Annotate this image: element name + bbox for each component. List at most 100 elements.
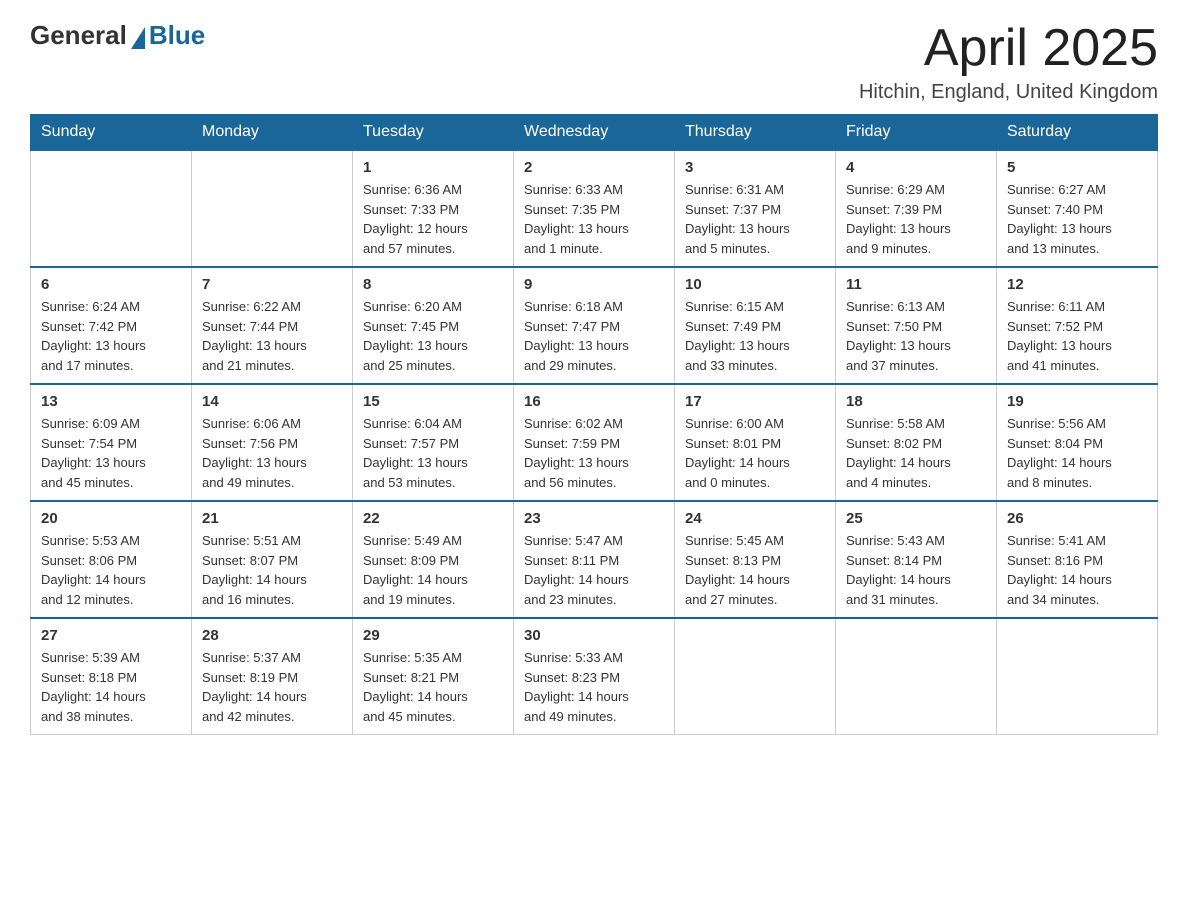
location-subtitle: Hitchin, England, United Kingdom xyxy=(859,81,1158,104)
day-info: Sunrise: 6:00 AM Sunset: 8:01 PM Dayligh… xyxy=(685,414,825,492)
day-info: Sunrise: 6:22 AM Sunset: 7:44 PM Dayligh… xyxy=(202,297,342,375)
day-number: 4 xyxy=(846,159,986,176)
day-info: Sunrise: 6:29 AM Sunset: 7:39 PM Dayligh… xyxy=(846,180,986,258)
day-info: Sunrise: 5:35 AM Sunset: 8:21 PM Dayligh… xyxy=(363,648,503,726)
calendar-header-saturday: Saturday xyxy=(997,115,1158,151)
day-info: Sunrise: 5:51 AM Sunset: 8:07 PM Dayligh… xyxy=(202,531,342,609)
day-info: Sunrise: 6:36 AM Sunset: 7:33 PM Dayligh… xyxy=(363,180,503,258)
day-number: 24 xyxy=(685,510,825,527)
calendar-week-row: 1Sunrise: 6:36 AM Sunset: 7:33 PM Daylig… xyxy=(31,150,1158,267)
day-number: 21 xyxy=(202,510,342,527)
calendar-cell xyxy=(997,618,1158,735)
day-info: Sunrise: 5:41 AM Sunset: 8:16 PM Dayligh… xyxy=(1007,531,1147,609)
calendar-week-row: 20Sunrise: 5:53 AM Sunset: 8:06 PM Dayli… xyxy=(31,501,1158,618)
day-info: Sunrise: 5:33 AM Sunset: 8:23 PM Dayligh… xyxy=(524,648,664,726)
day-info: Sunrise: 6:15 AM Sunset: 7:49 PM Dayligh… xyxy=(685,297,825,375)
calendar-cell xyxy=(675,618,836,735)
day-number: 13 xyxy=(41,393,181,410)
day-info: Sunrise: 6:24 AM Sunset: 7:42 PM Dayligh… xyxy=(41,297,181,375)
day-number: 8 xyxy=(363,276,503,293)
day-number: 16 xyxy=(524,393,664,410)
calendar-cell: 9 Sunrise: 6:18 AM Sunset: 7:47 PM Daylig… xyxy=(514,267,675,384)
day-number: 27 xyxy=(41,627,181,644)
day-number: 28 xyxy=(202,627,342,644)
day-info: Sunrise: 6:04 AM Sunset: 7:57 PM Dayligh… xyxy=(363,414,503,492)
calendar-cell: 7 Sunrise: 6:22 AM Sunset: 7:44 PM Daylig… xyxy=(192,267,353,384)
day-number: 30 xyxy=(524,627,664,644)
calendar-cell xyxy=(192,150,353,267)
day-number: 22 xyxy=(363,510,503,527)
day-number: 11 xyxy=(846,276,986,293)
calendar-cell: 1Sunrise: 6:36 AM Sunset: 7:33 PM Daylig… xyxy=(353,150,514,267)
calendar-cell: 27 Sunrise: 5:39 AM Sunset: 8:18 PM Dayli… xyxy=(31,618,192,735)
calendar-cell xyxy=(31,150,192,267)
day-info: Sunrise: 6:02 AM Sunset: 7:59 PM Dayligh… xyxy=(524,414,664,492)
month-year-title: April 2025 xyxy=(859,20,1158,77)
day-info: Sunrise: 6:18 AM Sunset: 7:47 PM Dayligh… xyxy=(524,297,664,375)
calendar-cell: 22 Sunrise: 5:49 AM Sunset: 8:09 PM Dayli… xyxy=(353,501,514,618)
calendar-cell: 24 Sunrise: 5:45 AM Sunset: 8:13 PM Dayli… xyxy=(675,501,836,618)
day-info: Sunrise: 6:09 AM Sunset: 7:54 PM Dayligh… xyxy=(41,414,181,492)
day-number: 2 xyxy=(524,159,664,176)
day-info: Sunrise: 6:11 AM Sunset: 7:52 PM Dayligh… xyxy=(1007,297,1147,375)
day-info: Sunrise: 5:47 AM Sunset: 8:11 PM Dayligh… xyxy=(524,531,664,609)
day-number: 18 xyxy=(846,393,986,410)
day-info: Sunrise: 5:37 AM Sunset: 8:19 PM Dayligh… xyxy=(202,648,342,726)
calendar-header-monday: Monday xyxy=(192,115,353,151)
calendar-cell: 12 Sunrise: 6:11 AM Sunset: 7:52 PM Dayli… xyxy=(997,267,1158,384)
calendar-cell: 14Sunrise: 6:06 AM Sunset: 7:56 PM Dayli… xyxy=(192,384,353,501)
day-info: Sunrise: 6:06 AM Sunset: 7:56 PM Dayligh… xyxy=(202,414,342,492)
calendar-cell: 4 Sunrise: 6:29 AM Sunset: 7:39 PM Daylig… xyxy=(836,150,997,267)
day-number: 25 xyxy=(846,510,986,527)
calendar-week-row: 6 Sunrise: 6:24 AM Sunset: 7:42 PM Daylig… xyxy=(31,267,1158,384)
day-number: 17 xyxy=(685,393,825,410)
calendar-cell: 6 Sunrise: 6:24 AM Sunset: 7:42 PM Daylig… xyxy=(31,267,192,384)
calendar-cell: 23 Sunrise: 5:47 AM Sunset: 8:11 PM Dayli… xyxy=(514,501,675,618)
day-number: 6 xyxy=(41,276,181,293)
calendar-cell: 26 Sunrise: 5:41 AM Sunset: 8:16 PM Dayli… xyxy=(997,501,1158,618)
calendar-cell: 5Sunrise: 6:27 AM Sunset: 7:40 PM Daylig… xyxy=(997,150,1158,267)
calendar-cell: 16 Sunrise: 6:02 AM Sunset: 7:59 PM Dayli… xyxy=(514,384,675,501)
title-section: April 2025 Hitchin, England, United King… xyxy=(859,20,1158,104)
day-number: 29 xyxy=(363,627,503,644)
calendar-week-row: 27 Sunrise: 5:39 AM Sunset: 8:18 PM Dayli… xyxy=(31,618,1158,735)
calendar-cell: 30 Sunrise: 5:33 AM Sunset: 8:23 PM Dayli… xyxy=(514,618,675,735)
day-info: Sunrise: 5:43 AM Sunset: 8:14 PM Dayligh… xyxy=(846,531,986,609)
day-info: Sunrise: 6:13 AM Sunset: 7:50 PM Dayligh… xyxy=(846,297,986,375)
calendar-cell: 28 Sunrise: 5:37 AM Sunset: 8:19 PM Dayli… xyxy=(192,618,353,735)
day-number: 15 xyxy=(363,393,503,410)
day-number: 9 xyxy=(524,276,664,293)
calendar-header-row: SundayMondayTuesdayWednesdayThursdayFrid… xyxy=(31,115,1158,151)
page-header: General Blue April 2025 Hitchin, England… xyxy=(30,20,1158,104)
calendar-cell: 25 Sunrise: 5:43 AM Sunset: 8:14 PM Dayli… xyxy=(836,501,997,618)
calendar-cell: 13 Sunrise: 6:09 AM Sunset: 7:54 PM Dayli… xyxy=(31,384,192,501)
calendar-cell: 29 Sunrise: 5:35 AM Sunset: 8:21 PM Dayli… xyxy=(353,618,514,735)
day-number: 12 xyxy=(1007,276,1147,293)
day-info: Sunrise: 5:39 AM Sunset: 8:18 PM Dayligh… xyxy=(41,648,181,726)
day-number: 23 xyxy=(524,510,664,527)
calendar-cell: 20Sunrise: 5:53 AM Sunset: 8:06 PM Dayli… xyxy=(31,501,192,618)
calendar-week-row: 13 Sunrise: 6:09 AM Sunset: 7:54 PM Dayli… xyxy=(31,384,1158,501)
calendar-cell: 8 Sunrise: 6:20 AM Sunset: 7:45 PM Daylig… xyxy=(353,267,514,384)
day-number: 19 xyxy=(1007,393,1147,410)
day-number: 5 xyxy=(1007,159,1147,176)
calendar-header-tuesday: Tuesday xyxy=(353,115,514,151)
calendar-cell: 10 Sunrise: 6:15 AM Sunset: 7:49 PM Dayli… xyxy=(675,267,836,384)
day-number: 10 xyxy=(685,276,825,293)
logo-blue-text: Blue xyxy=(149,20,205,51)
day-info: Sunrise: 5:45 AM Sunset: 8:13 PM Dayligh… xyxy=(685,531,825,609)
logo-triangle-icon xyxy=(131,27,145,49)
day-number: 26 xyxy=(1007,510,1147,527)
day-info: Sunrise: 6:31 AM Sunset: 7:37 PM Dayligh… xyxy=(685,180,825,258)
calendar-cell: 17 Sunrise: 6:00 AM Sunset: 8:01 PM Dayli… xyxy=(675,384,836,501)
day-number: 3 xyxy=(685,159,825,176)
calendar-cell: 2Sunrise: 6:33 AM Sunset: 7:35 PM Daylig… xyxy=(514,150,675,267)
calendar-cell: 3 Sunrise: 6:31 AM Sunset: 7:37 PM Daylig… xyxy=(675,150,836,267)
day-info: Sunrise: 5:49 AM Sunset: 8:09 PM Dayligh… xyxy=(363,531,503,609)
logo: General Blue xyxy=(30,20,205,51)
calendar-cell: 11 Sunrise: 6:13 AM Sunset: 7:50 PM Dayli… xyxy=(836,267,997,384)
day-number: 7 xyxy=(202,276,342,293)
day-info: Sunrise: 6:20 AM Sunset: 7:45 PM Dayligh… xyxy=(363,297,503,375)
day-info: Sunrise: 5:53 AM Sunset: 8:06 PM Dayligh… xyxy=(41,531,181,609)
calendar-cell: 18Sunrise: 5:58 AM Sunset: 8:02 PM Dayli… xyxy=(836,384,997,501)
